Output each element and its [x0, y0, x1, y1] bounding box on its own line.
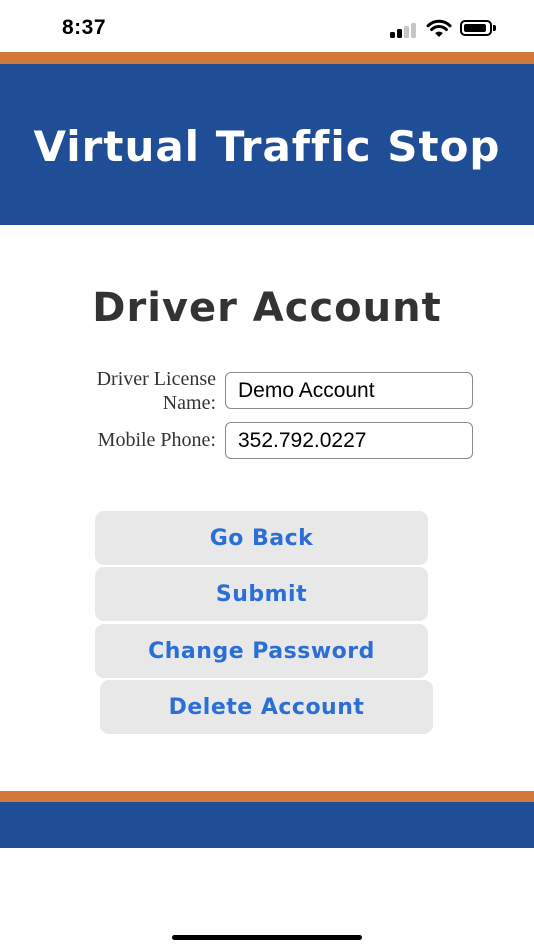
change-password-label: Change Password: [148, 638, 375, 664]
license-name-input[interactable]: [225, 372, 473, 409]
home-indicator[interactable]: [172, 935, 362, 940]
license-name-label: Driver License Name:: [96, 368, 216, 414]
footer-accent-stripe: [0, 791, 534, 802]
status-bar: 8:37: [0, 0, 534, 52]
mobile-phone-input[interactable]: [225, 422, 473, 459]
cellular-signal-icon: [390, 22, 420, 38]
delete-account-button[interactable]: Delete Account: [100, 680, 433, 734]
mobile-phone-label: Mobile Phone:: [97, 429, 216, 451]
submit-button[interactable]: Submit: [95, 567, 428, 621]
page-title: Driver Account: [92, 285, 442, 331]
go-back-button[interactable]: Go Back: [95, 511, 428, 565]
app-title: Virtual Traffic Stop: [33, 122, 501, 171]
battery-icon: [460, 20, 492, 36]
footer-banner: [0, 802, 534, 848]
battery-nub: [493, 25, 496, 31]
status-time: 8:37: [62, 16, 107, 39]
wifi-icon: [426, 19, 452, 37]
submit-label: Submit: [215, 581, 308, 607]
header-accent-stripe: [0, 52, 534, 64]
delete-account-label: Delete Account: [168, 694, 365, 720]
change-password-button[interactable]: Change Password: [95, 624, 428, 678]
go-back-label: Go Back: [209, 525, 314, 551]
